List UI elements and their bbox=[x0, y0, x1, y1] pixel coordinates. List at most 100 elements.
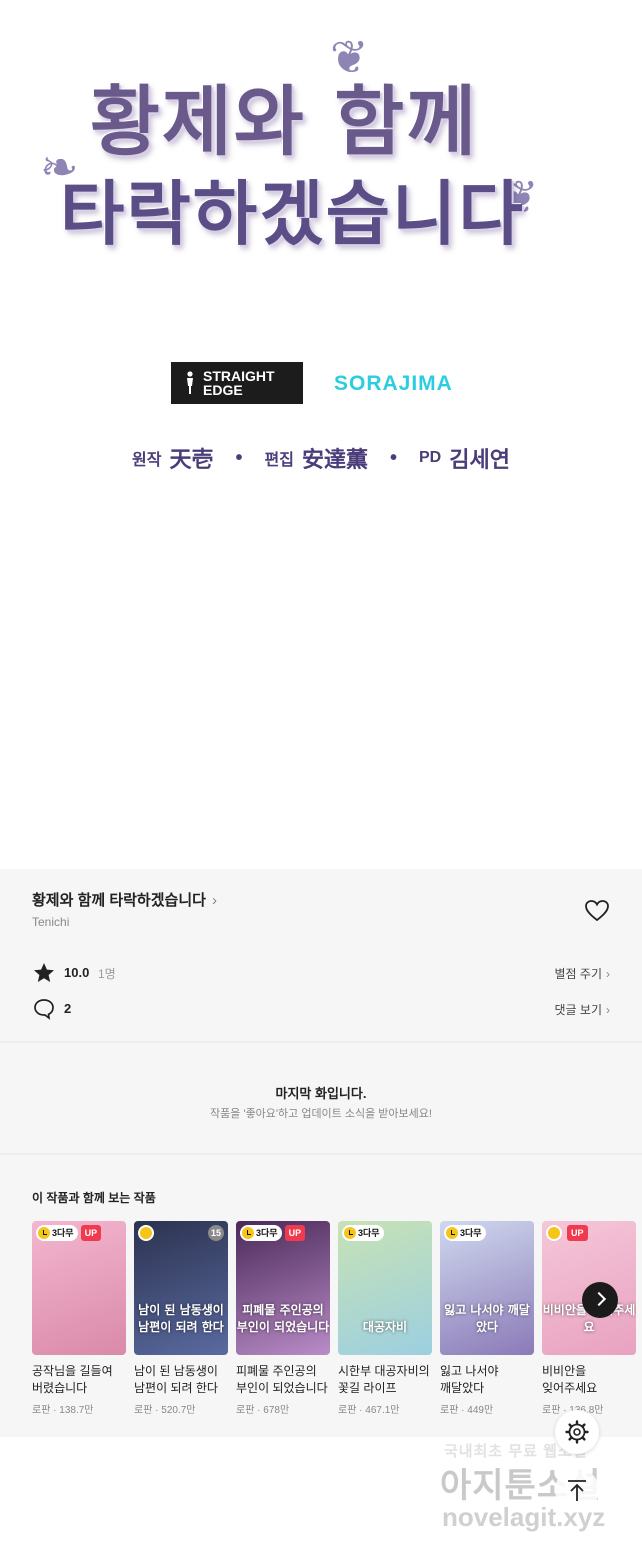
cover-title-text: 대공자비 bbox=[362, 1320, 408, 1334]
credit-role-pd: PD bbox=[419, 449, 442, 466]
cover-title-text: 잃고 나서야 깨달았다 bbox=[444, 1303, 530, 1334]
settings-icon bbox=[565, 1420, 589, 1444]
clock-icon bbox=[140, 1227, 152, 1239]
credit-name-original: 天壱 bbox=[169, 447, 214, 473]
badge-group: 3다무 UP bbox=[240, 1225, 306, 1241]
site-watermark: 국내최초 무료 웹소설 아지툰소설 novelagit.xyz bbox=[440, 1440, 640, 1540]
clock-icon bbox=[446, 1226, 458, 1239]
rate-button[interactable]: 별점 주기 › bbox=[555, 965, 611, 982]
recommendation-thumbnail: 3다무 UP 피폐물 주인공의 부인이 되었습니다 bbox=[236, 1221, 330, 1355]
credit-separator: • bbox=[389, 446, 397, 469]
rating-value: 10.0 bbox=[64, 965, 90, 980]
recommendation-meta: 로판 · 678만 bbox=[236, 1405, 290, 1416]
clock-badge bbox=[138, 1225, 154, 1241]
sorajima-logo: SORAJIMA bbox=[334, 372, 453, 395]
up-badge: UP bbox=[284, 1225, 306, 1241]
view-comments-button[interactable]: 댓글 보기 › bbox=[555, 1001, 611, 1018]
brand-logos: STRAIGHT EDGE SORAJIMA bbox=[0, 362, 642, 406]
badge-group: UP bbox=[564, 1225, 588, 1241]
wait-free-label: 3다무 bbox=[52, 1228, 74, 1238]
recommendation-card[interactable]: UP비비안을 잊어주세요비비안을 잊어주세요로판 · 136.8만 bbox=[542, 1221, 636, 1416]
scroll-top-button[interactable] bbox=[555, 1468, 599, 1512]
title-art-line1: 황제와 함께 bbox=[90, 77, 479, 166]
wait-free-label: 3다무 bbox=[460, 1228, 482, 1238]
last-episode-title: 마지막 화입니다. bbox=[275, 1086, 367, 1101]
credit-name-pd: 김세연 bbox=[449, 447, 510, 473]
credit-name-editor: 安達薫 bbox=[301, 447, 368, 473]
wait-free-label: 3다무 bbox=[358, 1228, 380, 1238]
recommendation-card[interactable]: 3다무 UP 공작님을 길들여 버렸습니다 로판 · 138.7만 bbox=[32, 1221, 126, 1416]
comment-row: 2 댓글 보기 › bbox=[32, 997, 610, 1021]
wait-free-label: 3다무 bbox=[256, 1228, 278, 1238]
recommendation-thumbnail: 3다무 UP bbox=[32, 1221, 126, 1355]
cover-title-text: 남이 된 남동생이 남편이 되려 한다 bbox=[138, 1303, 224, 1334]
arrow-up-icon bbox=[568, 1480, 586, 1501]
wait-free-badge: 3다무 bbox=[444, 1225, 486, 1241]
wait-free-badge: 3다무 bbox=[342, 1225, 384, 1241]
recommendations-heading: 이 작품과 함께 보는 작품 bbox=[32, 1191, 156, 1205]
figure-icon bbox=[187, 371, 193, 394]
work-title: 황제와 함께 타락하겠습니다 bbox=[32, 892, 206, 909]
up-badge: UP bbox=[80, 1225, 102, 1241]
clock-badge bbox=[546, 1225, 562, 1241]
rating-row: 10.0 1명 별점 주기 › bbox=[32, 961, 610, 985]
work-header: 황제와 함께 타락하겠습니다 › Tenichi 10.0 1명 별점 주기 › 2… bbox=[0, 869, 642, 1041]
clock-icon bbox=[242, 1226, 254, 1239]
credits-line: 원작 天壱 • 편집 安達薫 • PD 김세연 bbox=[0, 442, 642, 474]
last-episode-notice: 마지막 화입니다. 작품을 '좋아요'하고 업데이트 소식을 받아보세요! bbox=[0, 1043, 642, 1153]
badge-group: 3다무 bbox=[342, 1225, 384, 1241]
last-episode-subtitle: 작품을 '좋아요'하고 업데이트 소식을 받아보세요! bbox=[210, 1108, 432, 1120]
rate-button-label: 별점 주기 bbox=[554, 967, 603, 981]
chevron-right-icon: › bbox=[606, 967, 610, 981]
wait-free-badge: 3다무 bbox=[240, 1225, 282, 1241]
recommendation-card[interactable]: 15 남이 된 남동생이 남편이 되려 한다 남이 된 남동생이 남편이 되려 한다… bbox=[134, 1221, 228, 1416]
chevron-right-icon: › bbox=[606, 1003, 610, 1017]
cover-title-text: 피폐물 주인공의 부인이 되었습니다 bbox=[236, 1303, 330, 1334]
settings-button[interactable] bbox=[555, 1410, 599, 1454]
recommendation-card[interactable]: 3다무 UP 피폐물 주인공의 부인이 되었습니다 피폐물 주인공의 부인이 되었습니… bbox=[236, 1221, 330, 1416]
recommendation-meta: 로판 · 520.7만 bbox=[134, 1405, 196, 1416]
view-comments-label: 댓글 보기 bbox=[554, 1003, 603, 1017]
clock-icon bbox=[38, 1226, 50, 1239]
heart-icon[interactable] bbox=[584, 899, 610, 923]
recommendation-meta: 로판 · 449만 bbox=[440, 1405, 494, 1416]
credit-separator: • bbox=[235, 446, 243, 469]
comment-count: 2 bbox=[64, 1001, 72, 1016]
recommendation-card[interactable]: 3다무대공자비시한부 대공자비의 꽃길 라이프로판 · 467.1만 bbox=[338, 1221, 432, 1416]
recommendation-card[interactable]: 3다무 잃고 나서야 깨달았다 잃고 나서야 깨달았다 로판 · 449만 bbox=[440, 1221, 534, 1416]
credit-role-editor: 편집 bbox=[264, 452, 294, 469]
chevron-right-icon: › bbox=[211, 892, 217, 909]
recommendation-thumbnail: 3다무잃고 나서야 깨달았다 bbox=[440, 1221, 534, 1355]
recommendation-title: 피폐물 주인공의 부인이 되었습니다 bbox=[236, 1364, 328, 1395]
recommendation-thumbnail: 15 남이 된 남동생이 남편이 되려 한다 bbox=[134, 1221, 228, 1355]
title-logo: ❦ ❧ ❦ 황제와 함께 타락하겠습니다 bbox=[40, 30, 580, 280]
work-info-panel: 황제와 함께 타락하겠습니다 › Tenichi 10.0 1명 별점 주기 › 2… bbox=[0, 869, 642, 1437]
recommendation-meta: 로판 · 467.1만 bbox=[338, 1405, 400, 1416]
recommendations-carousel: 3다무 UP 공작님을 길들여 버렸습니다 로판 · 138.7만 15 남이 된 남동생… bbox=[32, 1221, 642, 1431]
title-art-line2: 타락하겠습니다 bbox=[60, 172, 525, 255]
clock-icon bbox=[344, 1226, 356, 1239]
straight-edge-text: STRAIGHT EDGE bbox=[203, 368, 275, 398]
recommendation-title: 시한부 대공자비의 꽃길 라이프 bbox=[338, 1364, 430, 1395]
episode-title-art: ❦ ❧ ❦ 황제와 함께 타락하겠습니다 bbox=[0, 0, 642, 300]
recommendation-title: 남이 된 남동생이 남편이 되려 한다 bbox=[134, 1364, 218, 1395]
wait-free-badge: 3다무 bbox=[36, 1225, 78, 1241]
recommendation-title: 공작님을 길들여 버렸습니다 bbox=[32, 1364, 113, 1395]
recommendations-section: 이 작품과 함께 보는 작품 3다무 UP 공작님을 길들여 버렸습니다 로판 · 1… bbox=[0, 1155, 642, 1437]
comment-icon bbox=[34, 999, 54, 1020]
work-title-link[interactable]: 황제와 함께 타락하겠습니다 › bbox=[32, 889, 217, 910]
age-rating-badge: 15 bbox=[208, 1225, 224, 1241]
clock-icon bbox=[548, 1227, 560, 1239]
up-badge: UP bbox=[567, 1225, 588, 1241]
straight-edge-logo: STRAIGHT EDGE bbox=[171, 362, 303, 404]
rating-count: 1명 bbox=[98, 967, 116, 981]
recommendation-thumbnail: 3다무대공자비 bbox=[338, 1221, 432, 1355]
recommendation-title: 비비안을 잊어주세요 bbox=[542, 1364, 598, 1395]
credit-role-original: 원작 bbox=[132, 452, 162, 469]
work-author: Tenichi bbox=[32, 915, 70, 929]
recommendation-title: 잃고 나서야 깨달았다 bbox=[440, 1364, 499, 1395]
badge-group: 3다무 bbox=[444, 1225, 486, 1241]
carousel-next-button[interactable] bbox=[582, 1282, 618, 1318]
badge-group: 3다무 UP bbox=[36, 1225, 102, 1241]
star-icon bbox=[34, 963, 54, 982]
